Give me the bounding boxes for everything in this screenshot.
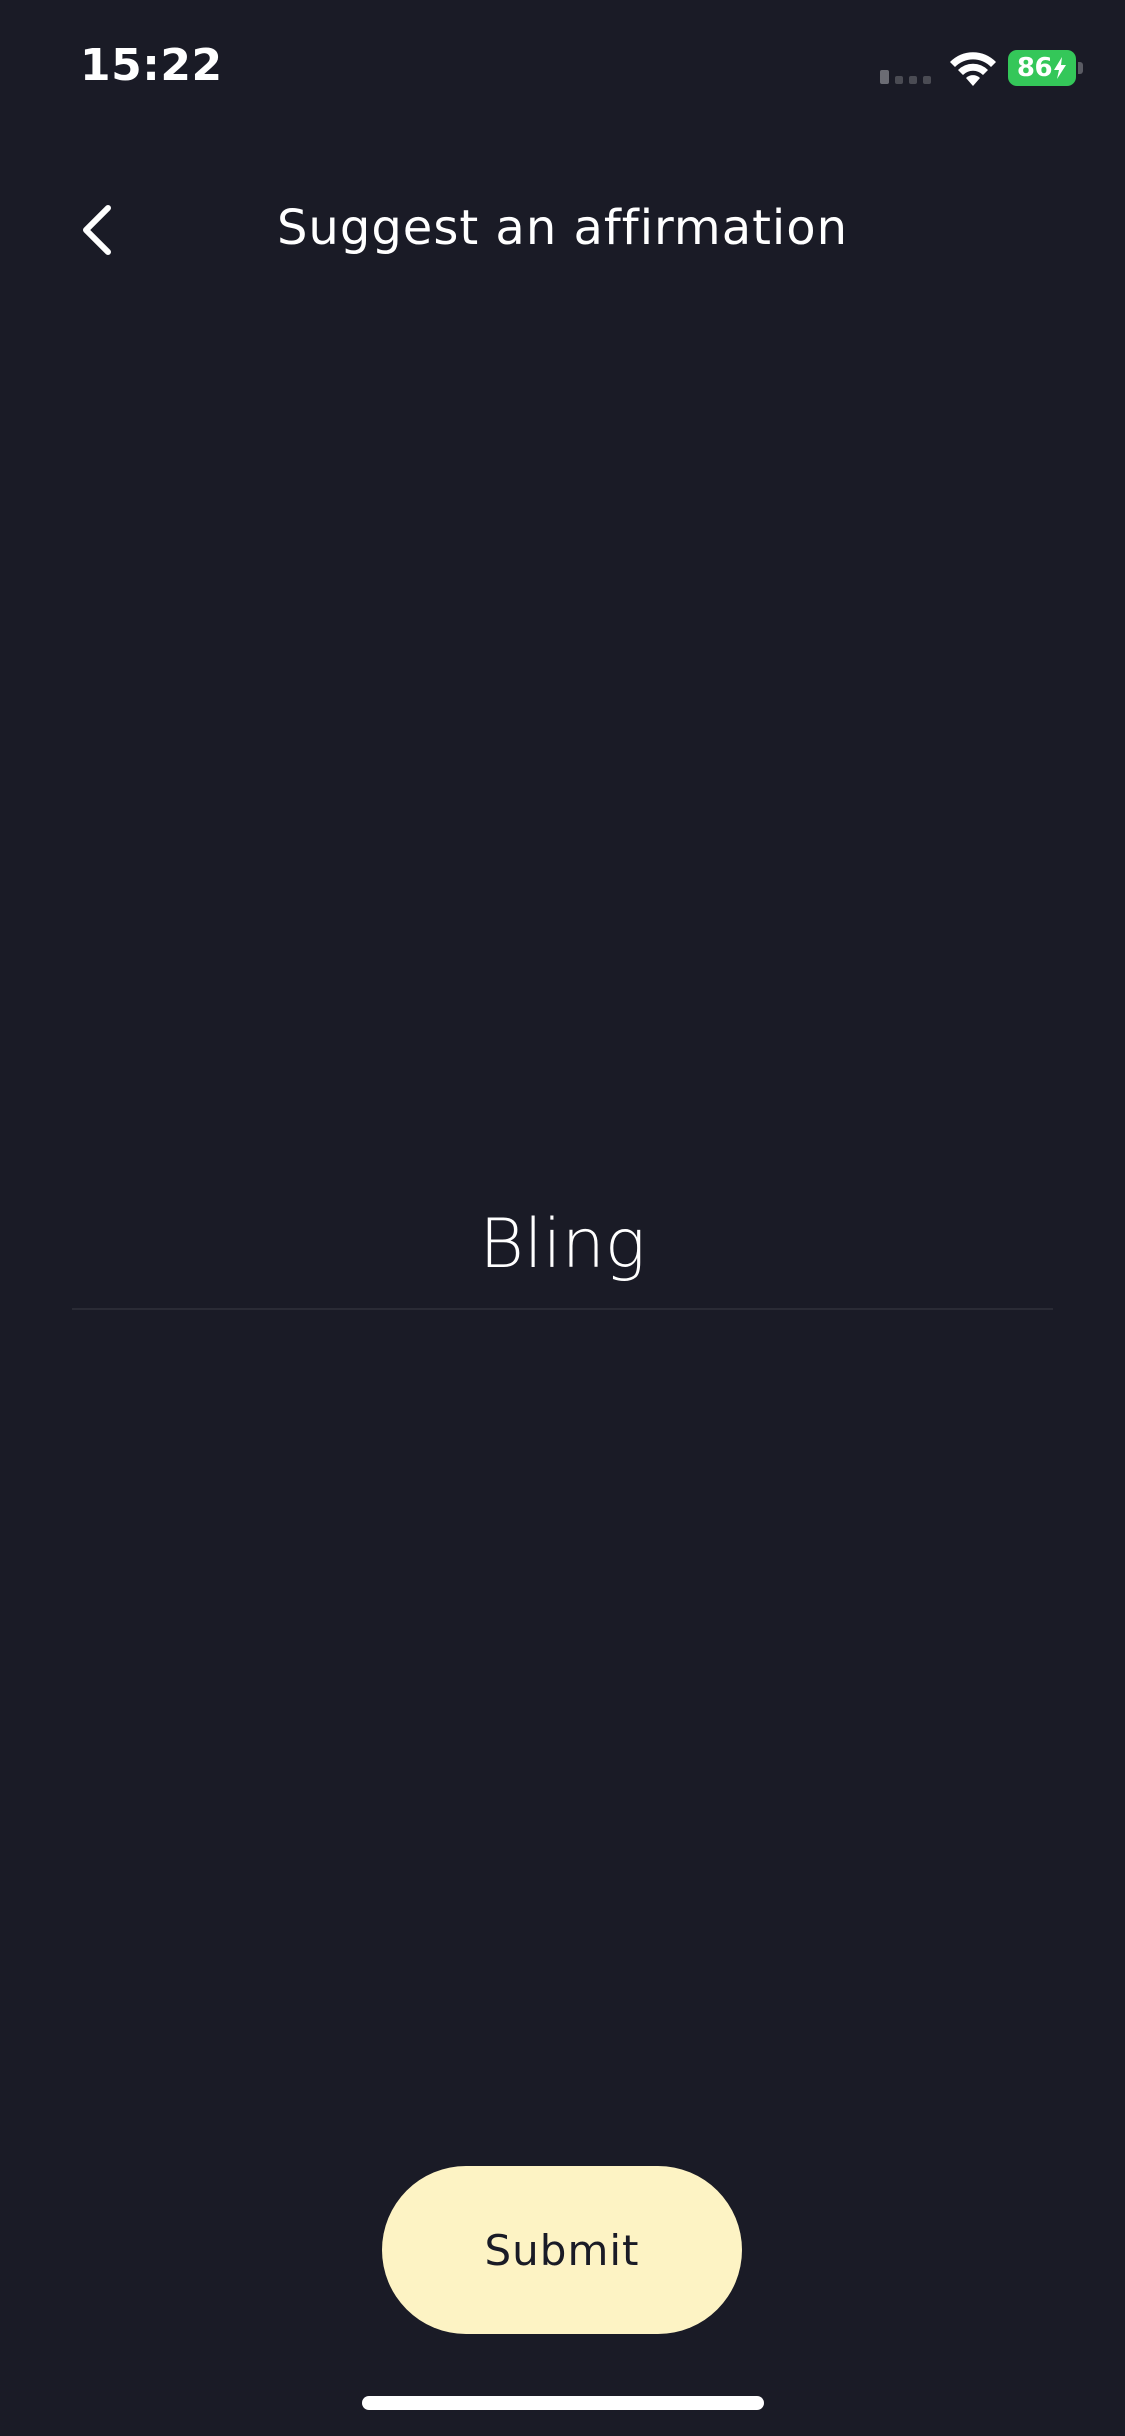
- charging-bolt-icon: [1054, 57, 1067, 79]
- page-title: Suggest an affirmation: [276, 200, 849, 256]
- wifi-icon: [950, 52, 996, 86]
- battery-level: 86: [1016, 53, 1053, 83]
- submit-button[interactable]: Submit: [382, 2166, 742, 2334]
- home-indicator[interactable]: [362, 2396, 764, 2410]
- cellular-signal-icon: [880, 70, 931, 84]
- status-time: 15:22: [80, 40, 223, 91]
- header: Suggest an affirmation: [0, 170, 1125, 290]
- affirmation-input[interactable]: [72, 1180, 1053, 1310]
- battery-cap: [1078, 62, 1083, 74]
- battery-charging-icon: 86: [1008, 50, 1076, 86]
- status-bar: 15:22 86: [0, 0, 1125, 140]
